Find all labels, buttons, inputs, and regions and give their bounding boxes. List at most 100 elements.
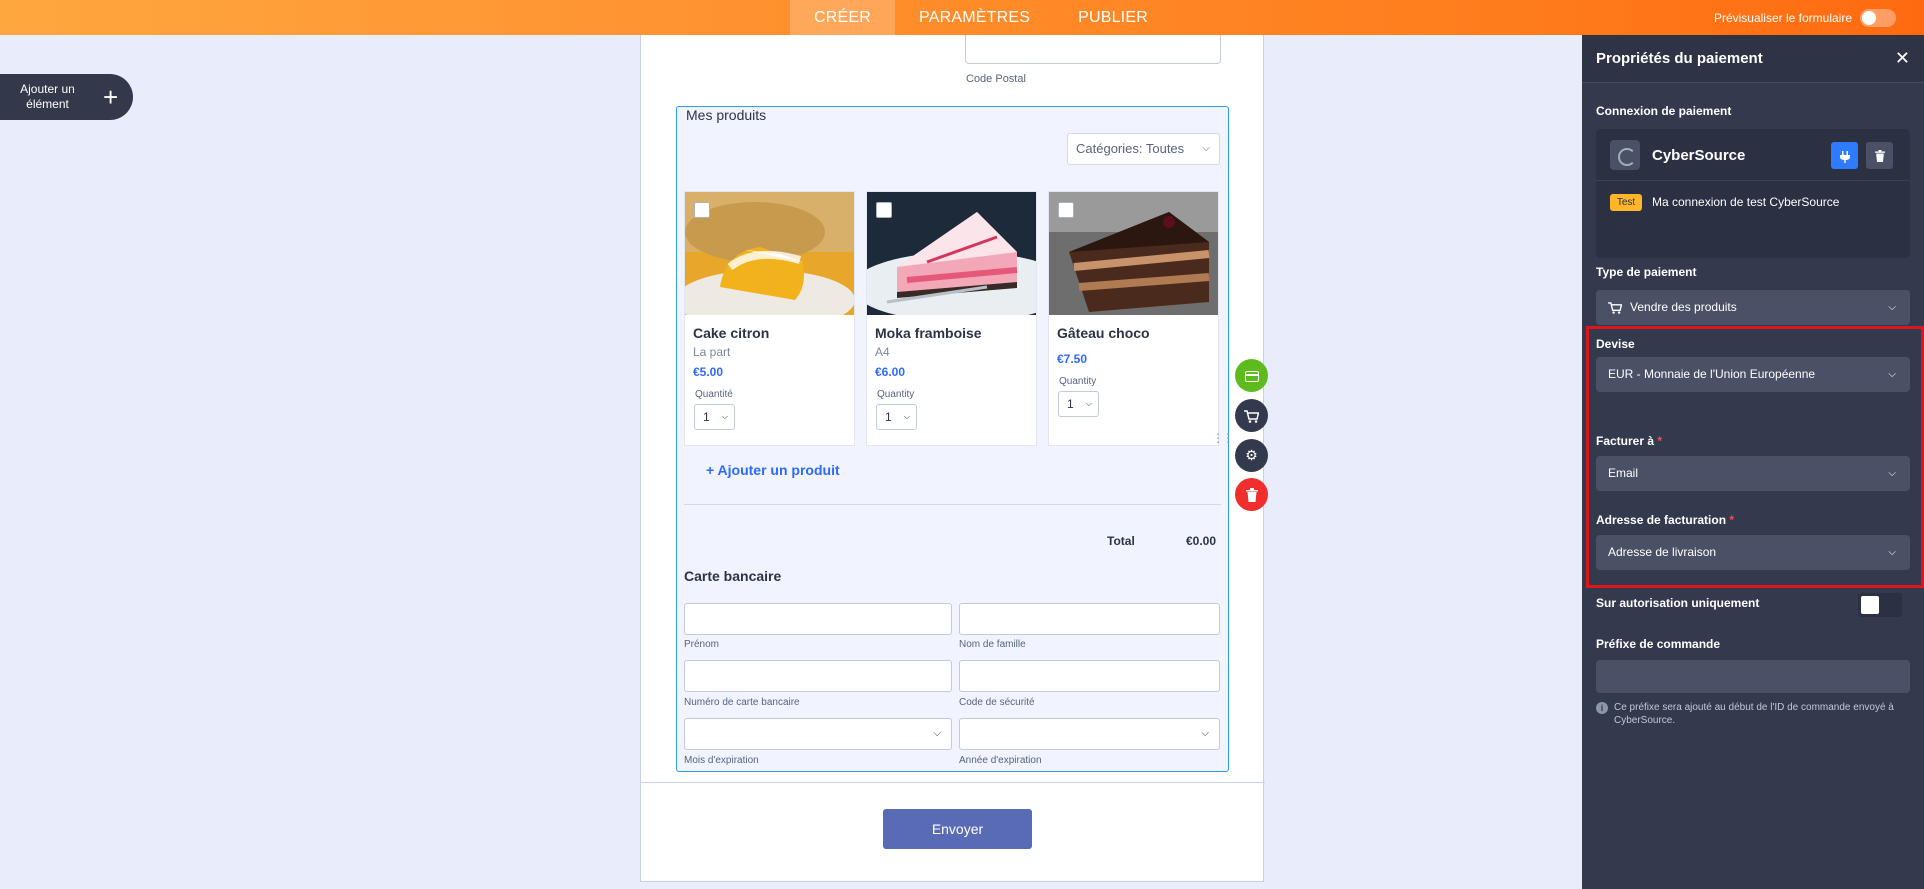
- quantity-select[interactable]: 1 ⌵: [694, 404, 735, 430]
- quantity-select[interactable]: 1 ⌵: [1058, 391, 1099, 417]
- add-element-button[interactable]: Ajouter un élément +: [0, 74, 133, 120]
- help-text: i Ce préfixe sera ajouté au début de l'I…: [1596, 701, 1896, 727]
- exp-month-select[interactable]: ⌵: [684, 718, 952, 750]
- product-image-lemon-cake: [685, 192, 854, 315]
- settings-icon-button[interactable]: ⚙: [1235, 439, 1268, 472]
- chevron-down-icon: ⌵: [933, 728, 941, 739]
- panel-header: Propriétés du paiement ✕: [1582, 35, 1924, 83]
- drag-handle-icon[interactable]: ⋮⋮: [1212, 431, 1234, 445]
- toggle-knob: [1861, 596, 1879, 614]
- quantity-label: Quantity: [1059, 376, 1097, 387]
- chevron-down-icon: ⌵: [903, 412, 910, 421]
- close-icon[interactable]: ✕: [1895, 48, 1910, 69]
- product-subtitle: La part: [693, 345, 731, 359]
- cybersource-logo-icon: [1610, 140, 1640, 170]
- products-title: Mes produits: [686, 107, 767, 123]
- product-checkbox[interactable]: [694, 202, 710, 218]
- form-divider: [641, 782, 1265, 783]
- trash-icon: [1245, 488, 1258, 503]
- product-card[interactable]: Moka framboise A4 €6.00 Quantity 1 ⌵: [866, 191, 1037, 446]
- product-price: €5.00: [693, 365, 724, 379]
- tab-publier[interactable]: PUBLIER: [1054, 0, 1172, 35]
- gear-icon: ⚙: [1245, 447, 1258, 463]
- first-name-input[interactable]: [684, 603, 952, 635]
- payment-type-value: Vendre des produits: [1630, 300, 1737, 314]
- last-name-label: Nom de famille: [959, 639, 1026, 650]
- chevron-down-icon: ⌵: [1202, 143, 1210, 154]
- postal-code-input[interactable]: [965, 35, 1221, 64]
- chevron-down-icon: ⌵: [721, 412, 728, 421]
- product-image-chocolate-cake: [1049, 192, 1218, 315]
- postal-code-label: Code Postal: [966, 73, 1026, 85]
- product-checkbox[interactable]: [876, 202, 892, 218]
- submit-button[interactable]: Envoyer: [883, 809, 1032, 849]
- security-code-input[interactable]: [959, 660, 1220, 692]
- security-code-label: Code de sécurité: [959, 697, 1035, 708]
- delete-icon-button[interactable]: [1235, 478, 1268, 511]
- order-prefix-label: Préfixe de commande: [1596, 637, 1721, 651]
- payment-type-select[interactable]: Vendre des produits ⌵: [1596, 290, 1910, 325]
- cart-icon: [1608, 302, 1623, 314]
- plus-icon: +: [103, 81, 119, 112]
- product-name: Gâteau choco: [1057, 325, 1150, 341]
- help-text-content: Ce préfixe sera ajouté au début de l'ID …: [1614, 702, 1894, 726]
- cart-icon: [1244, 410, 1260, 423]
- exp-year-select[interactable]: ⌵: [959, 718, 1220, 750]
- total-value: €0.00: [1186, 534, 1217, 548]
- chevron-down-icon: ⌵: [1085, 399, 1092, 408]
- payment-icon-button[interactable]: [1235, 359, 1268, 392]
- order-prefix-input[interactable]: [1596, 660, 1910, 693]
- auth-only-label: Sur autorisation uniquement: [1596, 596, 1760, 610]
- product-card[interactable]: Gâteau choco €7.50 Quantity 1 ⌵: [1048, 191, 1219, 446]
- product-subtitle: A4: [875, 345, 890, 359]
- tab-parametres[interactable]: PARAMÈTRES: [895, 0, 1054, 35]
- chevron-down-icon: ⌵: [1201, 728, 1209, 739]
- credit-card-icon: [1244, 370, 1259, 382]
- connection-card: CyberSource Test Ma connexion de test Cy…: [1596, 129, 1910, 258]
- quantity-label: Quantity: [877, 389, 915, 400]
- first-name-label: Prénom: [684, 639, 720, 650]
- info-icon: i: [1596, 702, 1608, 714]
- exp-year-label: Année d'expiration: [959, 755, 1042, 766]
- quantity-value: 1: [703, 410, 710, 424]
- tab-creer[interactable]: CRÉER: [790, 0, 896, 35]
- card-number-input[interactable]: [684, 660, 952, 692]
- connection-name: Ma connexion de test CyberSource: [1652, 195, 1840, 209]
- total-label: Total: [1107, 534, 1135, 548]
- preview-toggle-group: Prévisualiser le formulaire: [1714, 0, 1896, 35]
- trash-icon-button[interactable]: [1866, 142, 1893, 169]
- card-section-title: Carte bancaire: [684, 568, 782, 584]
- trash-icon: [1874, 149, 1885, 162]
- test-badge: Test: [1610, 194, 1642, 211]
- product-price: €6.00: [875, 365, 906, 379]
- product-card[interactable]: Cake citron La part €5.00 Quantité 1 ⌵: [684, 191, 855, 446]
- quantity-label: Quantité: [695, 389, 733, 400]
- form-canvas: Code Postal Mes produits Catégories: Tou…: [640, 35, 1265, 882]
- divider: [1596, 180, 1910, 181]
- quantity-value: 1: [1067, 397, 1074, 411]
- card-number-label: Numéro de carte bancaire: [684, 697, 800, 708]
- panel-title: Propriétés du paiement: [1596, 50, 1763, 67]
- top-nav: CRÉER PARAMÈTRES PUBLIER: [790, 0, 1172, 35]
- exp-month-label: Mois d'expiration: [684, 755, 759, 766]
- quantity-value: 1: [885, 410, 892, 424]
- highlight-box: [1586, 326, 1924, 588]
- add-product-link[interactable]: + Ajouter un produit: [706, 462, 840, 478]
- product-image-moka-framboise: [867, 192, 1036, 315]
- last-name-input[interactable]: [959, 603, 1220, 635]
- preview-label: Prévisualiser le formulaire: [1713, 10, 1852, 25]
- chevron-down-icon: ⌵: [1888, 302, 1896, 313]
- preview-toggle[interactable]: [1860, 8, 1896, 27]
- payment-field[interactable]: Mes produits Catégories: Toutes ⌵ Cake c…: [676, 106, 1229, 772]
- payment-type-label: Type de paiement: [1596, 265, 1697, 279]
- quantity-select[interactable]: 1 ⌵: [876, 404, 917, 430]
- add-element-label: Ajouter un élément: [20, 82, 75, 111]
- product-checkbox[interactable]: [1058, 202, 1074, 218]
- plug-icon-button[interactable]: [1831, 142, 1858, 169]
- product-name: Cake citron: [693, 325, 770, 341]
- category-select-value: Catégories: Toutes: [1076, 141, 1185, 156]
- category-select[interactable]: Catégories: Toutes ⌵: [1067, 133, 1220, 165]
- product-name: Moka framboise: [875, 325, 982, 341]
- cart-icon-button[interactable]: [1235, 399, 1268, 432]
- auth-only-toggle[interactable]: [1858, 593, 1902, 617]
